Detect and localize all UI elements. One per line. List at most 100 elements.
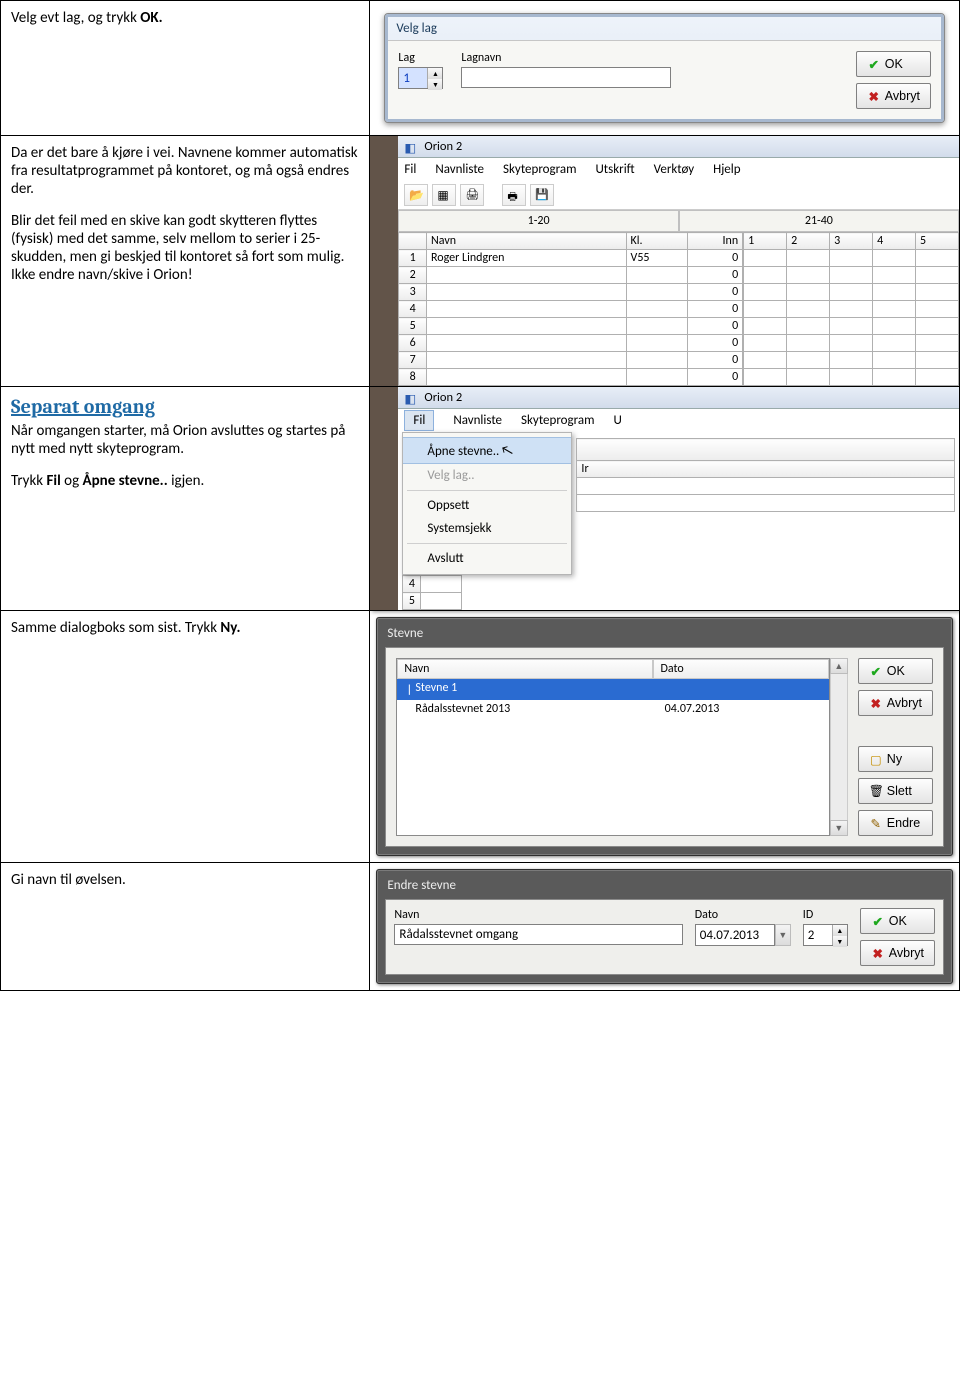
dialog-title: Endre stevne xyxy=(385,878,944,899)
table-row[interactable]: 30 xyxy=(399,284,743,301)
row2-instruction: Da er det bare å kjøre i vei. Navnene ko… xyxy=(1,136,370,387)
app-icon xyxy=(404,140,418,154)
stevne-list[interactable]: Navn Dato 〡 Stevne 1 Rådalsstevnet 2013 … xyxy=(396,658,829,836)
cancel-button[interactable]: Avbryt xyxy=(860,940,935,966)
cancel-button[interactable]: Avbryt xyxy=(856,83,931,109)
table-row[interactable] xyxy=(744,318,959,335)
table-row[interactable] xyxy=(744,250,959,267)
list-item[interactable]: Rådalsstevnet 2013 04.07.2013 xyxy=(397,700,828,718)
menuitem-velg-lag: Velg lag.. xyxy=(403,464,571,487)
col-dato[interactable]: Dato xyxy=(653,659,828,679)
spin-down-icon[interactable]: ▼ xyxy=(833,936,847,947)
row5-instruction: Gi navn til øvelsen. xyxy=(1,863,370,991)
table-row[interactable]: 40 xyxy=(399,301,743,318)
table-row[interactable] xyxy=(744,369,959,386)
table-row[interactable] xyxy=(744,301,959,318)
check-icon xyxy=(871,914,885,928)
data-table-left: Navn Kl. Inn 1Roger LindgrenV55020304050… xyxy=(398,232,743,386)
ny-button[interactable]: Ny xyxy=(858,746,933,772)
lagnavn-input[interactable] xyxy=(461,67,671,88)
menu-navnliste[interactable]: Navnliste xyxy=(435,162,484,177)
table-row[interactable]: 80 xyxy=(399,369,743,386)
menu-navnliste[interactable]: Navnliste xyxy=(453,413,502,428)
table-row[interactable]: 1Roger LindgrenV550 xyxy=(399,250,743,267)
tb-print1[interactable] xyxy=(460,184,484,206)
tab-1-20[interactable]: 1-20 xyxy=(398,210,678,232)
x-icon xyxy=(869,696,883,710)
navn-input[interactable] xyxy=(394,924,682,945)
col-navn[interactable]: Navn xyxy=(397,659,653,679)
table-row[interactable] xyxy=(744,267,959,284)
id-label: ID xyxy=(803,908,848,922)
x-icon xyxy=(871,946,885,960)
menu-fil[interactable]: Fil xyxy=(404,162,416,177)
col-ir[interactable]: Ir xyxy=(577,461,955,478)
menu-fil-open[interactable]: Fil xyxy=(404,410,434,431)
menu-skyteprogram[interactable]: Skyteprogram xyxy=(503,162,577,177)
menu-skyteprogram[interactable]: Skyteprogram xyxy=(521,413,595,428)
menuitem-oppsett[interactable]: Oppsett xyxy=(403,494,571,517)
cancel-button[interactable]: Avbryt xyxy=(858,690,933,716)
new-icon xyxy=(869,752,883,766)
table-row[interactable] xyxy=(744,284,959,301)
menu-hjelp[interactable]: Hjelp xyxy=(713,162,741,177)
scroll-up[interactable]: ▲ xyxy=(830,658,848,674)
table-row[interactable] xyxy=(744,352,959,369)
trash-icon xyxy=(869,784,883,798)
cursor-icon: ↖ xyxy=(499,441,515,461)
lag-spinner[interactable]: ▲▼ xyxy=(398,67,443,89)
ok-button[interactable]: OK xyxy=(856,51,931,77)
calendar-icon xyxy=(437,188,451,202)
ok-button[interactable]: OK xyxy=(858,658,933,684)
table-row[interactable] xyxy=(744,335,959,352)
dato-input[interactable] xyxy=(695,924,775,946)
app-icon xyxy=(404,391,418,405)
section-heading: Separat omgang xyxy=(11,395,359,418)
menuitem-apne-stevne[interactable]: Åpne stevne..↖ xyxy=(403,437,571,464)
dato-label: Dato xyxy=(695,908,791,922)
tab-21-40[interactable]: 21-40 xyxy=(679,210,959,232)
menu-verktoy[interactable]: Verktøy xyxy=(654,162,695,177)
endre-button[interactable]: Endre xyxy=(858,810,933,836)
spin-down-icon[interactable]: ▼ xyxy=(428,79,442,90)
ok-button[interactable]: OK xyxy=(860,908,935,934)
printer-icon xyxy=(465,188,479,202)
fil-dropdown: Åpne stevne..↖ Velg lag.. Oppsett System… xyxy=(402,432,572,575)
tb-calendar[interactable] xyxy=(432,184,456,206)
slett-button[interactable]: Slett xyxy=(858,778,933,804)
tb-open[interactable] xyxy=(404,184,428,206)
edit-icon xyxy=(869,816,883,830)
menuitem-systemsjekk[interactable]: Systemsjekk xyxy=(403,517,571,540)
row4-instruction: Samme dialogboks som sist. Trykk Ny. xyxy=(1,611,370,863)
id-spinner[interactable]: ▲▼ xyxy=(803,924,848,946)
spin-up-icon[interactable]: ▲ xyxy=(428,68,442,79)
velg-lag-dialog: Velg lag Lag ▲▼ Lagnavn OK Avbryt xyxy=(384,13,945,123)
tb-save[interactable] xyxy=(530,184,554,206)
table-row[interactable]: 50 xyxy=(399,318,743,335)
app-title: Orion 2 xyxy=(424,390,462,405)
tab-row: 1-20 21-40 xyxy=(398,210,959,232)
menuitem-avslutt[interactable]: Avslutt xyxy=(403,547,571,570)
lag-input[interactable] xyxy=(399,68,427,88)
id-input[interactable] xyxy=(804,925,832,945)
endre-stevne-dialog: Endre stevne Navn Dato ▼ ID ▲▼ xyxy=(376,869,953,984)
table-row[interactable]: 60 xyxy=(399,335,743,352)
row3-p2: Trykk Fil og Åpne stevne.. igjen. xyxy=(11,472,359,490)
table-row[interactable]: 20 xyxy=(399,267,743,284)
check-icon xyxy=(869,664,883,678)
open-icon xyxy=(409,188,423,202)
table-row[interactable]: 70 xyxy=(399,352,743,369)
stevne-dialog: Stevne Navn Dato 〡 Stevne 1 Rådalsstev xyxy=(376,617,953,856)
list-item[interactable]: 〡 Stevne 1 xyxy=(397,679,828,700)
menu-trunc[interactable]: U xyxy=(613,413,621,428)
orion-window: Orion 2 Fil Navnliste Skyteprogram Utskr… xyxy=(370,136,959,386)
tb-print2[interactable] xyxy=(502,184,526,206)
spin-up-icon[interactable]: ▲ xyxy=(833,925,847,936)
data-table-right: 1 2 3 4 5 xyxy=(743,232,959,386)
row3-p1: Når omgangen starter, må Orion avsluttes… xyxy=(11,422,359,458)
menu-utskrift[interactable]: Utskrift xyxy=(595,162,634,177)
scroll-down[interactable]: ▼ xyxy=(830,820,848,836)
date-dropdown-icon[interactable]: ▼ xyxy=(775,924,791,946)
lagnavn-label: Lagnavn xyxy=(461,51,837,65)
x-icon xyxy=(867,89,881,103)
